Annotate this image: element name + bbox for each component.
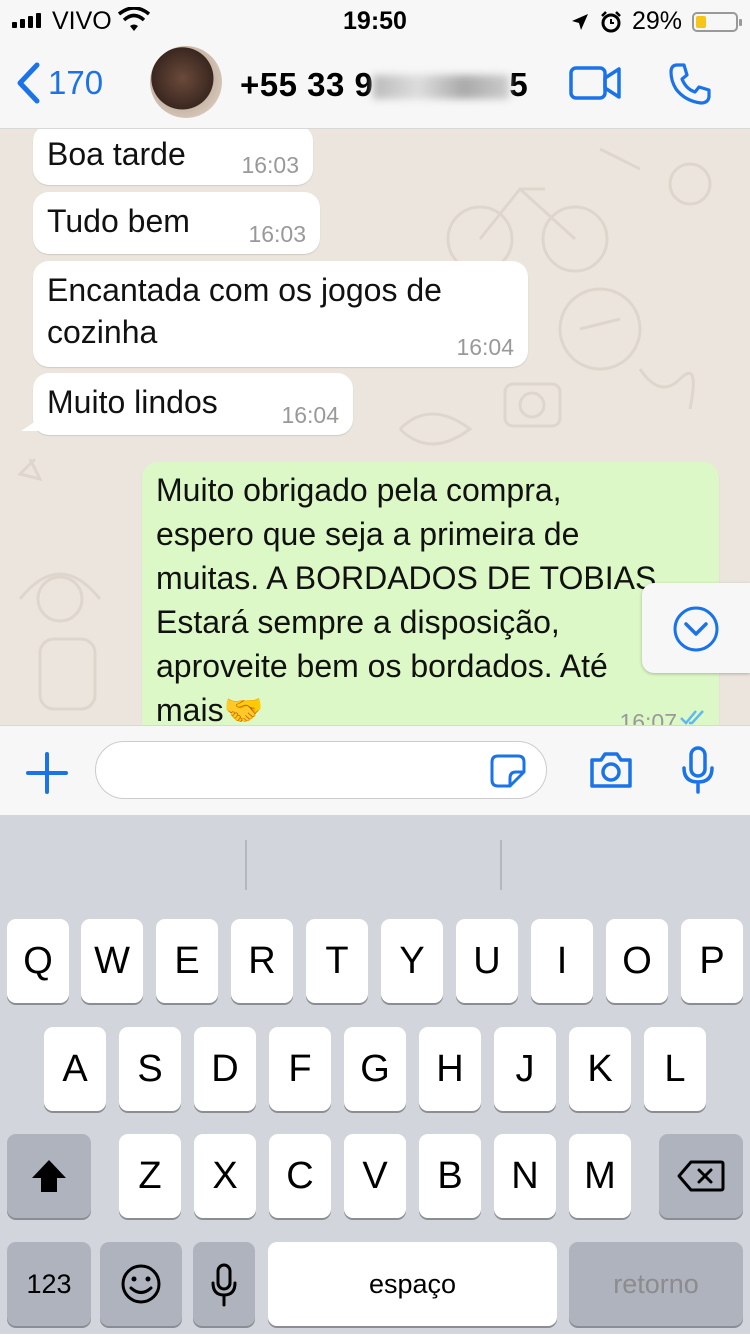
chevron-down-icon xyxy=(673,606,719,652)
read-receipt-icon xyxy=(680,710,704,725)
bubble-tail xyxy=(21,419,39,431)
message-input[interactable] xyxy=(95,741,547,799)
message-text: Boa tarde xyxy=(47,136,186,172)
key[interactable]: H xyxy=(419,1027,481,1111)
unread-count: 170 xyxy=(48,64,104,101)
shift-key[interactable] xyxy=(7,1134,91,1218)
key[interactable]: C xyxy=(269,1134,331,1218)
key[interactable]: W xyxy=(81,919,143,1003)
contact-avatar[interactable] xyxy=(150,46,222,118)
emoji-icon xyxy=(121,1264,161,1304)
key[interactable]: G xyxy=(344,1027,406,1111)
message-text-line: Muito obrigado pela compra, xyxy=(156,472,562,508)
key[interactable]: J xyxy=(494,1027,556,1111)
shift-icon xyxy=(32,1160,66,1192)
microphone-icon[interactable] xyxy=(680,746,716,794)
key[interactable]: O xyxy=(606,919,668,1003)
message-incoming[interactable]: Encantada com os jogos de cozinha 16:04 xyxy=(33,261,528,367)
divider xyxy=(500,840,502,890)
numbers-key[interactable]: 123 xyxy=(7,1242,91,1326)
message-time: 16:03 xyxy=(248,221,306,247)
key[interactable]: U xyxy=(456,919,518,1003)
key[interactable]: S xyxy=(119,1027,181,1111)
message-time: 16:04 xyxy=(456,334,514,360)
key[interactable]: A xyxy=(44,1027,106,1111)
message-time: 16:07 xyxy=(619,709,677,725)
backspace-icon xyxy=(677,1160,725,1192)
chat-header: 170 +55 33 9 5 xyxy=(0,42,750,129)
message-text-line: Encantada com os jogos de xyxy=(47,272,442,308)
message-outgoing[interactable]: Muito obrigado pela compra, espero que s… xyxy=(142,462,719,725)
key[interactable]: I xyxy=(531,919,593,1003)
key[interactable]: E xyxy=(156,919,218,1003)
message-text-line: aproveite bem os bordados. Até xyxy=(156,648,608,684)
message-time: 16:04 xyxy=(281,402,339,428)
predictive-bar xyxy=(0,815,750,915)
chevron-left-icon xyxy=(17,62,40,104)
key[interactable]: M xyxy=(569,1134,631,1218)
sticker-icon[interactable] xyxy=(490,754,526,788)
key[interactable]: Y xyxy=(381,919,443,1003)
key[interactable]: R xyxy=(231,919,293,1003)
key[interactable]: D xyxy=(194,1027,256,1111)
message-text-line: cozinha xyxy=(47,314,158,350)
message-list[interactable]: Boa tarde 16:03 Tudo bem 16:03 Encantada… xyxy=(0,129,750,725)
composer-bar xyxy=(0,725,750,816)
space-key[interactable]: espaço xyxy=(268,1242,557,1326)
camera-icon[interactable] xyxy=(588,750,634,790)
key[interactable]: F xyxy=(269,1027,331,1111)
scroll-to-bottom-button[interactable] xyxy=(642,583,750,673)
key[interactable]: K xyxy=(569,1027,631,1111)
key[interactable]: L xyxy=(644,1027,706,1111)
status-bar: VIVO 19:50 29% xyxy=(0,0,750,42)
return-key[interactable]: retorno xyxy=(569,1242,743,1326)
key[interactable]: Z xyxy=(119,1134,181,1218)
message-text: Muito lindos xyxy=(47,384,218,420)
message-text: Tudo bem xyxy=(47,203,190,239)
contact-number-prefix: +55 33 9 xyxy=(240,66,374,103)
location-icon xyxy=(571,13,588,30)
message-incoming[interactable]: Boa tarde 16:03 xyxy=(33,129,313,185)
contact-name[interactable]: +55 33 9 5 xyxy=(240,66,528,104)
key[interactable]: P xyxy=(681,919,743,1003)
dictation-key[interactable] xyxy=(193,1242,255,1326)
key[interactable]: T xyxy=(306,919,368,1003)
message-text-line: muitas. A BORDADOS DE TOBIAS xyxy=(156,560,657,596)
key[interactable]: Q xyxy=(7,919,69,1003)
key[interactable]: N xyxy=(494,1134,556,1218)
key[interactable]: V xyxy=(344,1134,406,1218)
contact-number-suffix: 5 xyxy=(509,66,529,103)
backspace-key[interactable] xyxy=(659,1134,743,1218)
keyboard: Q W E R T Y U I O P A S D F G H J K L Z … xyxy=(0,815,750,1334)
message-text-line: Estará sempre a disposição, xyxy=(156,604,560,640)
key[interactable]: X xyxy=(194,1134,256,1218)
video-call-icon[interactable] xyxy=(568,62,622,104)
microphone-icon xyxy=(211,1263,237,1307)
alarm-icon xyxy=(601,10,621,32)
message-incoming[interactable]: Tudo bem 16:03 xyxy=(33,192,320,254)
battery-icon xyxy=(692,11,742,32)
battery-percent: 29% xyxy=(631,7,682,35)
back-button[interactable]: 170 xyxy=(16,62,103,104)
emoji-key[interactable] xyxy=(100,1242,182,1326)
key[interactable]: B xyxy=(419,1134,481,1218)
message-text-line: espero que seja a primeira de xyxy=(156,516,580,552)
plus-icon[interactable] xyxy=(26,752,68,794)
redacted-digits xyxy=(373,75,510,100)
phone-call-icon[interactable] xyxy=(668,62,712,106)
message-time: 16:03 xyxy=(241,152,299,178)
divider xyxy=(245,840,247,890)
message-incoming[interactable]: Muito lindos 16:04 xyxy=(21,373,353,435)
